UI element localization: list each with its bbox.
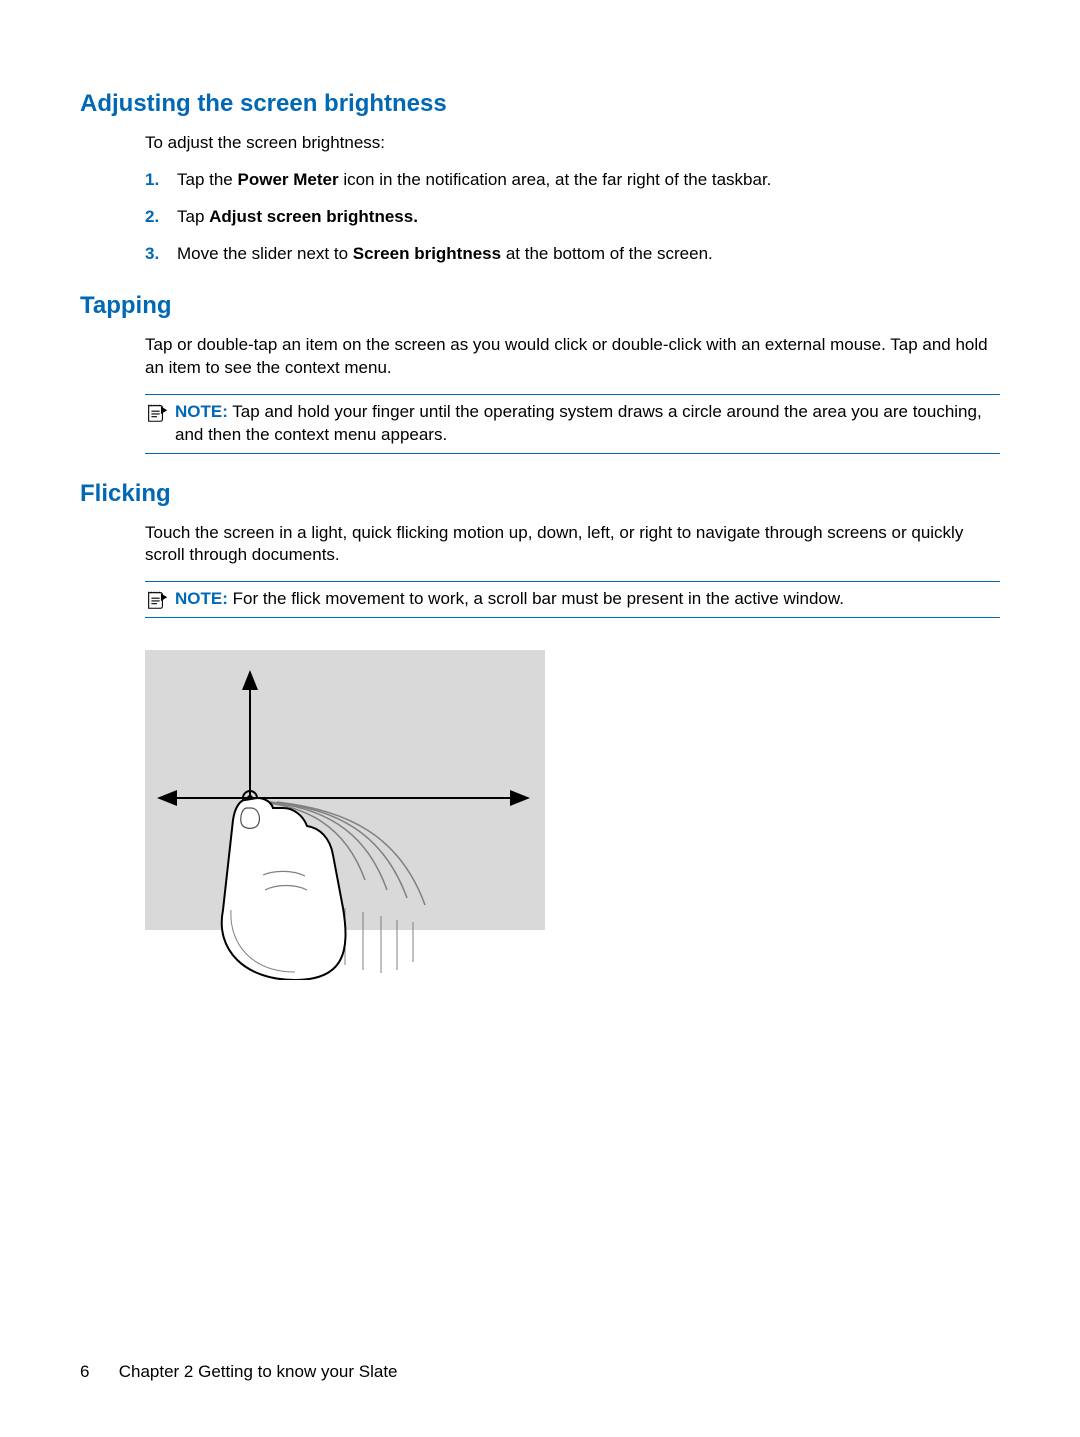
heading-flicking: Flicking: [80, 480, 1000, 508]
note-icon: [145, 402, 167, 424]
step-2: 2. Tap Adjust screen brightness.: [145, 206, 1000, 229]
step-text: at the bottom of the screen.: [501, 244, 713, 263]
flicking-illustration: [145, 650, 1000, 985]
step-text-bold: Power Meter: [238, 170, 339, 189]
step-text-bold: Adjust screen brightness: [209, 207, 413, 226]
step-text: Tap: [177, 207, 209, 226]
heading-tapping: Tapping: [80, 292, 1000, 320]
para-flicking: Touch the screen in a light, quick flick…: [145, 522, 1000, 568]
page-footer: 6 Chapter 2 Getting to know your Slate: [80, 1362, 398, 1382]
chapter-title: Chapter 2 Getting to know your Slate: [119, 1362, 398, 1381]
intro-adjusting-brightness: To adjust the screen brightness:: [145, 132, 1000, 155]
step-3: 3. Move the slider next to Screen bright…: [145, 243, 1000, 266]
step-text: .: [413, 207, 418, 226]
step-number: 2.: [145, 206, 159, 229]
document-page: Adjusting the screen brightness To adjus…: [0, 0, 1080, 1437]
note-label: NOTE:: [175, 589, 228, 608]
para-tapping: Tap or double-tap an item on the screen …: [145, 334, 1000, 380]
step-number: 3.: [145, 243, 159, 266]
note-text: Tap and hold your finger until the opera…: [175, 402, 982, 444]
note-text: For the flick movement to work, a scroll…: [228, 589, 844, 608]
note-tapping: NOTE: Tap and hold your finger until the…: [145, 394, 1000, 454]
steps-adjusting-brightness: 1. Tap the Power Meter icon in the notif…: [145, 169, 1000, 266]
heading-adjusting-brightness: Adjusting the screen brightness: [80, 90, 1000, 118]
step-text-bold: Screen brightness: [353, 244, 501, 263]
note-flicking: NOTE: For the flick movement to work, a …: [145, 581, 1000, 618]
step-text: icon in the notification area, at the fa…: [339, 170, 772, 189]
step-1: 1. Tap the Power Meter icon in the notif…: [145, 169, 1000, 192]
step-text: Move the slider next to: [177, 244, 353, 263]
note-icon: [145, 589, 167, 611]
step-number: 1.: [145, 169, 159, 192]
page-number: 6: [80, 1362, 114, 1382]
step-text: Tap the: [177, 170, 238, 189]
note-label: NOTE:: [175, 402, 228, 421]
